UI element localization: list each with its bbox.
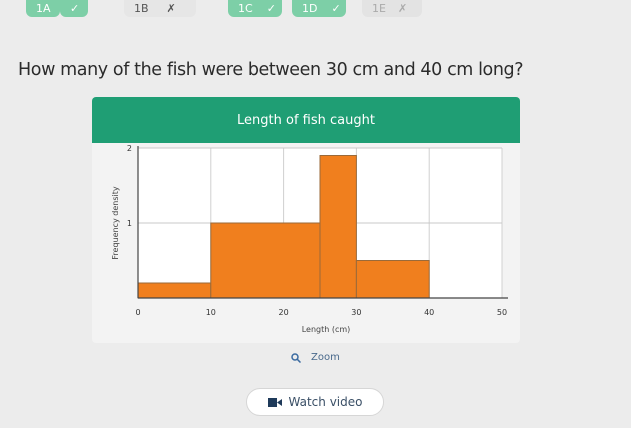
histogram-bar	[210, 222, 321, 299]
chart-header: Length of fish caught	[92, 97, 520, 143]
x-tick-label: 0	[135, 308, 140, 317]
tab-1a[interactable]: 1A	[26, 0, 60, 17]
x-tick-label: 20	[279, 308, 289, 317]
tab-label: 1C	[238, 2, 253, 15]
histogram: 0 10 20 30 40 50 1 2 Length (cm) Frequency densit…	[111, 144, 508, 334]
video-icon	[267, 397, 282, 407]
tab-1d[interactable]: 1D ✓	[292, 0, 346, 17]
video-label: Watch video	[288, 395, 363, 409]
tab-1c[interactable]: 1C ✓	[228, 0, 282, 17]
tab-1e[interactable]: 1E ✗	[362, 0, 422, 17]
histogram-bar	[137, 282, 212, 299]
tab-label: 1A	[36, 2, 51, 15]
tab-bar: 1A ✓ 1B ✗ 1C ✓ 1D ✓ 1E ✗	[0, 0, 631, 24]
y-axis-label: Frequency density	[111, 186, 120, 259]
tab-1b[interactable]: 1B ✗	[124, 0, 196, 17]
chart-title: Length of fish caught	[237, 112, 375, 128]
tab-label: 1D	[302, 2, 318, 15]
check-icon: ✓	[266, 2, 276, 15]
question-text: How many of the fish were between 30 cm …	[18, 60, 524, 80]
cross-icon: ✗	[166, 2, 176, 15]
zoom-label: Zoom	[311, 352, 340, 363]
chart-card: Length of fish caught 0 10 20 30 40 50 1 2 Lengt…	[92, 97, 520, 343]
y-tick-label: 1	[127, 219, 132, 228]
check-icon: ✓	[70, 2, 80, 15]
x-tick-label: 50	[497, 308, 507, 317]
tab-1a-check[interactable]: ✓	[60, 0, 88, 17]
zoom-button[interactable]: Zoom	[291, 352, 340, 363]
tab-label: 1E	[372, 2, 386, 15]
x-axis-label: Length (cm)	[302, 325, 351, 334]
y-tick-label: 2	[127, 144, 132, 153]
watch-video-button[interactable]: Watch video	[246, 388, 384, 416]
tab-label: 1B	[134, 2, 149, 15]
histogram-bar	[355, 260, 430, 299]
search-icon	[291, 352, 301, 363]
check-icon: ✓	[331, 2, 341, 15]
x-tick-label: 10	[206, 308, 216, 317]
cross-icon: ✗	[397, 2, 408, 15]
histogram-bar	[319, 155, 357, 299]
x-tick-label: 30	[351, 308, 361, 317]
x-tick-label: 40	[424, 308, 434, 317]
